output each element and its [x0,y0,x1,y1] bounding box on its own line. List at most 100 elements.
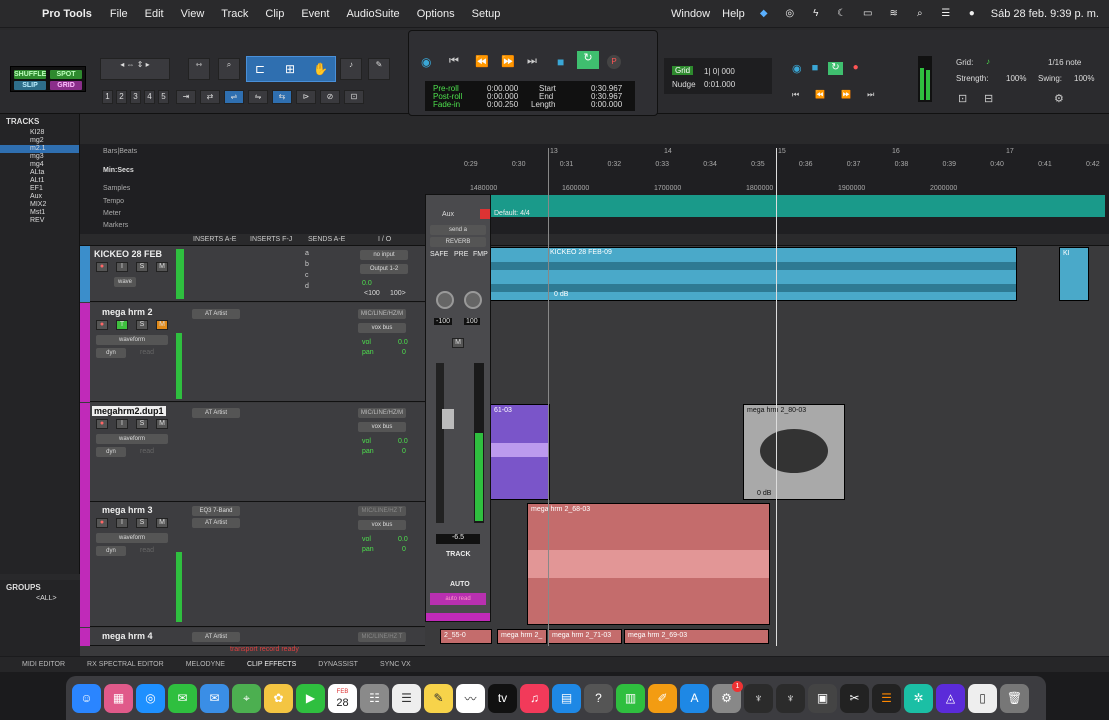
send-b[interactable]: b [305,261,309,268]
track-name[interactable]: mega hrm 3 [102,505,153,515]
output-selector[interactable]: vox bus [358,422,406,432]
pan-value[interactable]: 0 [402,349,406,356]
mute-button[interactable]: M [156,518,168,528]
track-list-item[interactable]: KI28 [0,129,79,137]
nudge-label[interactable]: Nudge [672,80,696,89]
menu-file[interactable]: File [110,8,128,20]
record-arm-button[interactable]: ● [96,419,108,429]
send-d[interactable]: d [305,283,309,290]
input-selector[interactable]: MIC/LINE/HZ T [358,632,406,642]
track-name[interactable]: KICKEO 28 FEB [94,249,162,259]
zoom-controls[interactable]: ◂ ⇔ ⇕ ▸ [100,58,170,80]
output-selector[interactable]: vox bus [358,323,406,333]
loop-play-icon[interactable]: ↻ [577,51,599,69]
control-center-icon[interactable]: ☰ [939,8,953,20]
menu-event[interactable]: Event [301,8,329,20]
stack-app-icon[interactable]: ☰ [872,683,901,713]
numbers-icon[interactable]: ▥ [616,683,645,713]
tab-rx-spectral[interactable]: RX SPECTRAL EDITOR [87,661,164,668]
ruler-samples-label[interactable]: Samples [103,185,130,192]
solo-button[interactable]: S [136,262,148,272]
input-selector[interactable]: MIC/LINE/HZ/M [358,309,406,319]
ruler-tempo-label[interactable]: Tempo [103,198,124,205]
mixer-mute-button[interactable]: M [452,338,464,348]
clip-gain[interactable]: 0 dB [551,290,571,299]
record-arm-button[interactable]: ● [96,320,108,330]
mixer-bus[interactable]: REVERB [430,237,486,247]
view-selector[interactable]: waveform [96,434,168,444]
input-monitor-button[interactable]: I [116,518,128,528]
send-c[interactable]: c [305,272,309,279]
shuffle-button[interactable]: SHUFFLE [14,70,46,79]
go-to-end-icon[interactable]: ⏭ [527,55,537,68]
rtz-mini-icon[interactable]: ⏮ [792,90,799,100]
wifi-icon[interactable]: ≋ [887,8,901,20]
moon-icon[interactable]: ☾ [835,8,849,20]
tab-to-transient-icon[interactable]: ⇥ [176,90,196,104]
mixer-close-icon[interactable] [480,209,490,219]
audio-clip[interactable]: mega hrm 2_80-03 0 dB [743,404,845,500]
pan-knob-right[interactable] [464,291,482,309]
menu-clock[interactable]: Sáb 28 feb. 9:39 p. m. [991,8,1099,20]
input-monitor-button[interactable]: T [116,320,128,330]
chatgpt-icon[interactable]: ✲ [904,683,933,713]
pan-value[interactable]: 0 [402,448,406,455]
finder-icon[interactable]: ☺ [72,683,101,713]
creative-cloud-icon[interactable]: ◎ [783,8,797,20]
stop-mini-icon[interactable]: ■ [812,62,819,75]
view-selector[interactable]: wave [114,277,136,287]
system-settings-icon[interactable]: ⚙ 1 [712,680,743,713]
spot-button[interactable]: SPOT [50,70,82,79]
app-store-icon[interactable]: A [680,683,709,713]
return-to-zero-icon[interactable]: ⏮ [449,55,459,68]
insertion-follows-icon[interactable]: ⇆ [272,90,292,104]
tab-dynassist[interactable]: DYNASSIST [318,661,358,668]
pro-tools-icon[interactable]: ◬ [936,683,965,713]
freeform-icon[interactable]: 〰 [456,683,485,713]
track-list-item[interactable]: REV [0,217,79,225]
loop-mini-icon[interactable]: ↻ [828,62,843,75]
vol-value[interactable]: 0.0 [398,438,408,445]
facetime-icon[interactable]: ▶ [296,683,325,713]
mute-button[interactable]: M [156,320,168,330]
auto-mode-selector[interactable]: auto read [430,593,486,605]
output-selector[interactable]: Output 1-2 [360,264,408,274]
fast-forward-icon[interactable]: ⏩ [501,55,515,68]
safari-icon[interactable]: ◎ [136,683,165,713]
mute-button[interactable]: M [156,419,168,429]
automation-mode[interactable]: read [140,349,154,356]
automation-selector[interactable]: dyn [96,546,126,556]
track-mega-hrm-2[interactable]: mega hrm 2 ● T S M waveform dyn read AT … [80,303,425,402]
insert-slot-2[interactable]: AT Artist [192,518,240,528]
track-list-item[interactable]: ALt1 [0,177,79,185]
automation-selector[interactable]: dyn [96,447,126,457]
record-arm-button[interactable]: ● [96,262,108,272]
pan-left-value[interactable]: <100 [364,290,380,297]
mixer-send[interactable]: send a [430,225,486,235]
pencil-tool-icon[interactable]: ✎ [368,58,390,80]
rew-mini-icon[interactable]: ⏪ [815,90,825,100]
mail-icon[interactable]: ✉ [200,683,229,713]
plugin-app-icon[interactable]: ♆ [776,683,805,713]
track-mega-hrm-4[interactable]: mega hrm 4 AT Artist MIC/LINE/HZ T [80,628,425,646]
tips-icon[interactable]: ? [584,683,613,713]
contacts-icon[interactable]: ☷ [360,683,389,713]
photos-icon[interactable]: ✿ [264,683,293,713]
ff-mini-icon[interactable]: ⏩ [841,90,851,100]
quantize-options-icon[interactable]: ⊟ [984,92,993,105]
io-header[interactable]: I / O [378,236,391,243]
slip-button[interactable]: SLIP [14,81,46,90]
pan-left-value[interactable]: -100 [434,318,453,325]
music-icon[interactable]: ♫ [520,683,549,713]
input-monitor-button[interactable]: I [116,262,128,272]
link-timeline-icon[interactable]: ⇌ [224,90,244,104]
track-name[interactable]: mega hrm 2 [102,307,153,317]
ruler-minsecs-label[interactable]: Min:Secs [103,167,134,174]
menu-edit[interactable]: Edit [145,8,164,20]
audio-clip[interactable]: mega hrm 2_68-03 [527,503,770,625]
safe-button[interactable]: SAFE [430,251,448,258]
zoom-preset-1[interactable]: 1 [102,90,113,104]
pages-icon[interactable]: ✐ [648,683,677,713]
search-icon[interactable]: ⌕ [913,8,927,20]
scrubber-tool-icon[interactable]: ♪ [340,58,362,80]
